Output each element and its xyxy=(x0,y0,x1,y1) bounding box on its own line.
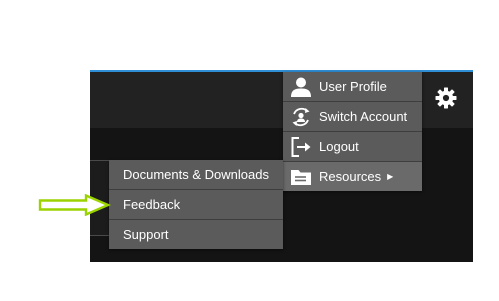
submenu-item-label: Feedback xyxy=(123,197,181,212)
gear-icon[interactable] xyxy=(434,86,458,110)
submenu-item-label: Documents & Downloads xyxy=(123,167,269,182)
menu-item-user-profile[interactable]: User Profile xyxy=(283,72,422,102)
menu-item-label: User Profile xyxy=(319,79,387,94)
menu-item-label: Resources xyxy=(319,169,382,184)
menu-item-logout[interactable]: Logout xyxy=(283,132,422,162)
menu-item-label: Switch Account xyxy=(319,109,408,124)
logout-icon xyxy=(289,135,313,159)
switch-account-icon xyxy=(289,105,313,129)
submenu-item-feedback[interactable]: Feedback xyxy=(109,190,283,220)
user-menu: User Profile Switch Account Logout Resou… xyxy=(283,72,422,191)
user-icon xyxy=(289,75,313,99)
folder-icon xyxy=(289,165,313,189)
submenu-item-support[interactable]: Support xyxy=(109,220,283,249)
menu-item-label: Logout xyxy=(319,139,359,154)
menu-item-switch-account[interactable]: Switch Account xyxy=(283,102,422,132)
submenu-item-documents-downloads[interactable]: Documents & Downloads xyxy=(109,160,283,190)
resources-submenu: Documents & Downloads Feedback Support xyxy=(109,160,283,249)
pointer-arrow-icon xyxy=(38,194,112,216)
chevron-right-icon: ▶ xyxy=(387,172,394,181)
menu-item-resources[interactable]: Resources ▶ xyxy=(283,162,422,191)
submenu-item-label: Support xyxy=(123,227,169,242)
